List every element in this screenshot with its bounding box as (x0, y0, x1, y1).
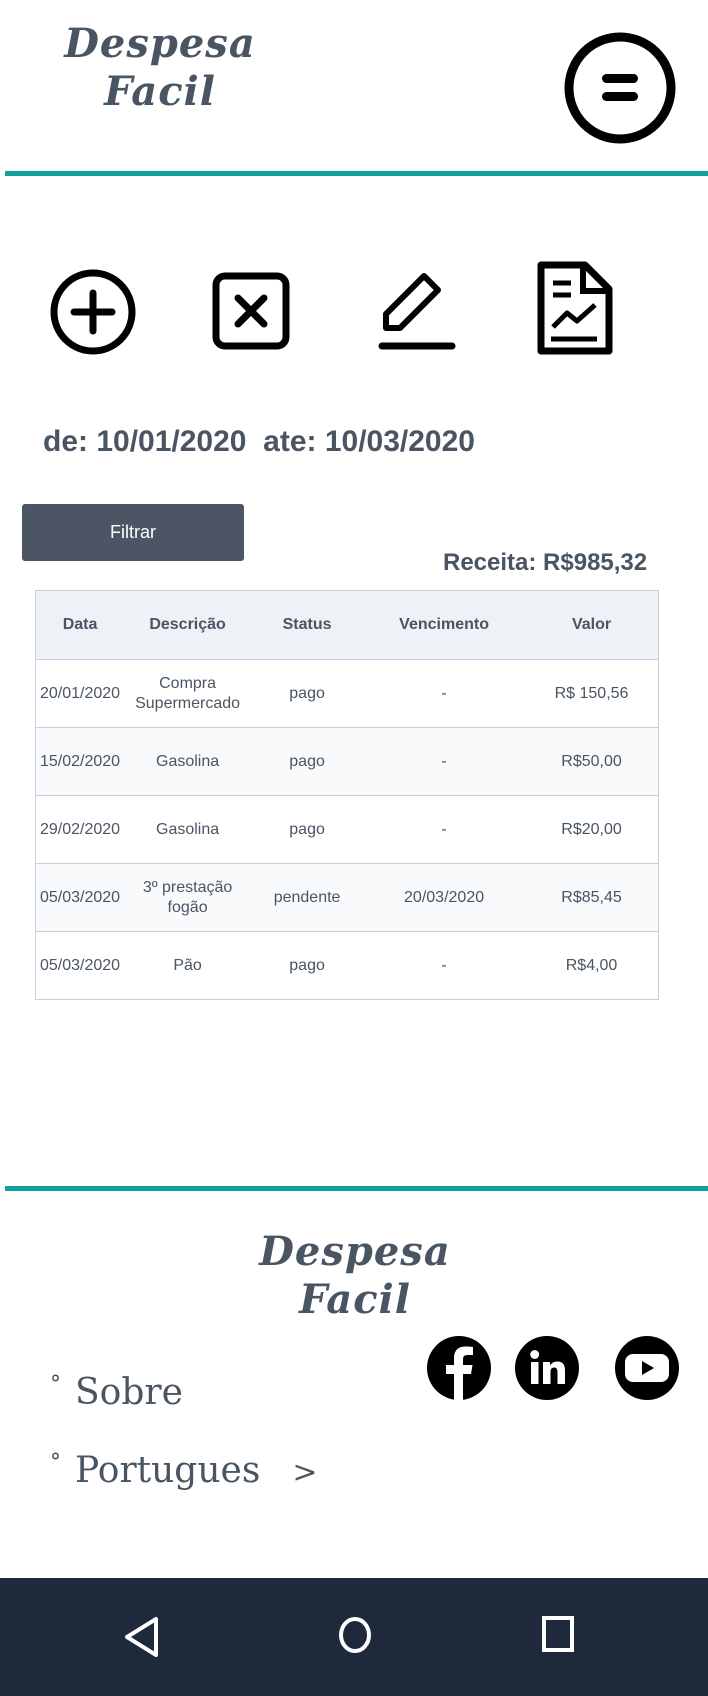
cell-vencimento: - (363, 795, 526, 864)
cell-valor: R$50,00 (525, 727, 659, 796)
header-logo[interactable]: Despesa Facil (60, 20, 260, 116)
footer-logo-line-2: Facil (299, 1276, 411, 1323)
footer-bullet: ° (50, 1450, 61, 1475)
cell-descricao: Pão (124, 931, 252, 1000)
language-arrow: > (292, 1455, 318, 1490)
col-header-vencimento: Vencimento (363, 590, 526, 660)
footer-logo-line-1: Despesa (259, 1228, 451, 1275)
cell-data: 05/03/2020 (35, 863, 125, 932)
table-row[interactable]: 05/03/2020 3º prestação fogão pendente 2… (35, 863, 659, 932)
table-row[interactable]: 29/02/2020 Gasolina pago - R$20,00 (35, 795, 659, 864)
cell-vencimento: - (363, 659, 526, 728)
table-header-row: Data Descrição Status Vencimento Valor (35, 590, 659, 660)
edit-pencil-icon[interactable] (378, 266, 456, 352)
cell-data: 15/02/2020 (35, 727, 125, 796)
cell-data: 05/03/2020 (35, 931, 125, 1000)
header-divider (5, 171, 708, 176)
footer-link-language-label: Portugues (75, 1450, 261, 1491)
recents-icon[interactable] (541, 1615, 575, 1653)
logo-line-2: Facil (104, 68, 216, 115)
cell-status: pago (251, 659, 364, 728)
table-row[interactable]: 20/01/2020 Compra Supermercado pago - R$… (35, 659, 659, 728)
cell-valor: R$ 150,56 (525, 659, 659, 728)
footer-bullet: ° (50, 1372, 61, 1397)
col-header-status: Status (251, 590, 364, 660)
cell-descricao: Gasolina (124, 727, 252, 796)
expenses-table: Data Descrição Status Vencimento Valor 2… (35, 590, 659, 1000)
cell-valor: R$85,45 (525, 863, 659, 932)
table-row[interactable]: 15/02/2020 Gasolina pago - R$50,00 (35, 727, 659, 796)
system-navigation-bar (0, 1578, 708, 1696)
col-header-valor: Valor (525, 590, 659, 660)
footer-divider (5, 1186, 708, 1191)
footer-link-sobre[interactable]: ° Sobre (50, 1372, 183, 1413)
cell-status: pago (251, 795, 364, 864)
col-header-descricao: Descrição (124, 590, 252, 660)
youtube-icon[interactable] (615, 1336, 679, 1400)
receita-total: Receita: R$985,32 (443, 549, 648, 576)
footer-link-language[interactable]: ° Portugues > (50, 1450, 317, 1491)
cell-vencimento: - (363, 727, 526, 796)
filter-button[interactable]: Filtrar (22, 504, 244, 561)
add-circle-icon[interactable] (49, 268, 137, 356)
report-chart-icon[interactable] (537, 261, 613, 355)
linkedin-icon[interactable] (515, 1336, 579, 1400)
delete-square-icon[interactable] (212, 272, 290, 350)
back-icon[interactable] (122, 1616, 162, 1658)
menu-circle-icon[interactable] (564, 32, 676, 144)
col-header-data: Data (35, 590, 125, 660)
cell-valor: R$20,00 (525, 795, 659, 864)
cell-descricao: Compra Supermercado (124, 659, 252, 728)
cell-vencimento: - (363, 931, 526, 1000)
cell-status: pago (251, 727, 364, 796)
footer-logo: Despesa Facil (255, 1228, 455, 1324)
table-row[interactable]: 05/03/2020 Pão pago - R$4,00 (35, 931, 659, 1000)
cell-valor: R$4,00 (525, 931, 659, 1000)
cell-data: 20/01/2020 (35, 659, 125, 728)
logo-line-1: Despesa (64, 20, 256, 67)
cell-status: pago (251, 931, 364, 1000)
cell-status: pendente (251, 863, 364, 932)
cell-vencimento: 20/03/2020 (363, 863, 526, 932)
cell-descricao: 3º prestação fogão (124, 863, 252, 932)
cell-descricao: Gasolina (124, 795, 252, 864)
home-icon[interactable] (338, 1616, 372, 1654)
footer-link-sobre-label: Sobre (75, 1372, 183, 1413)
cell-data: 29/02/2020 (35, 795, 125, 864)
facebook-icon[interactable] (427, 1336, 491, 1400)
date-range-text: de: 10/01/2020 ate: 10/03/2020 (43, 425, 475, 458)
